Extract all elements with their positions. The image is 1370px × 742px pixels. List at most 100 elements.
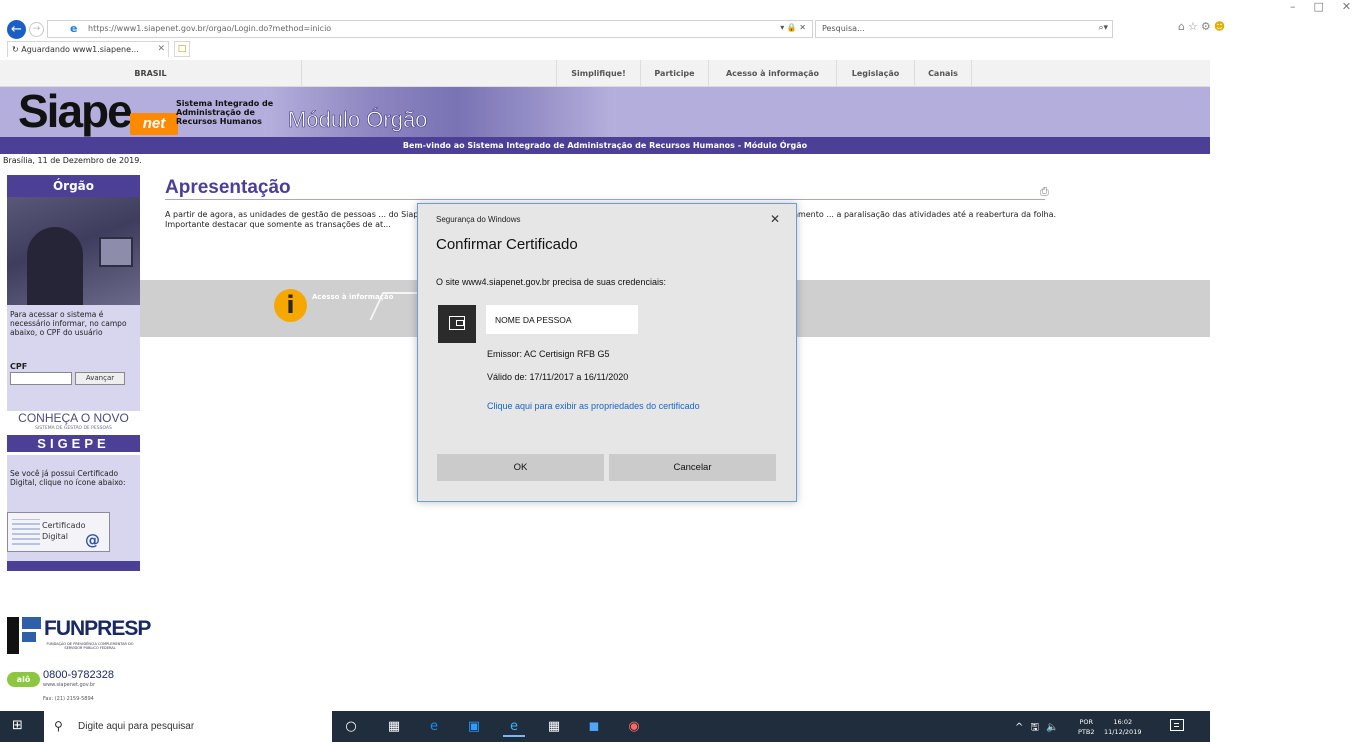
app-icon[interactable]: ◉ xyxy=(623,716,645,737)
language-bottom: PTB2 xyxy=(1078,728,1095,736)
clock[interactable]: 16:02 11/12/2019 xyxy=(1104,717,1141,737)
dialog-caption: Segurança do Windows xyxy=(436,215,521,224)
search-icon: ⚲ xyxy=(54,719,63,733)
funpresp-name[interactable]: FUNPRESP xyxy=(44,617,151,641)
sigepe-banner[interactable]: CONHEÇA O NOVO SISTEMA DE GESTÃO DE PESS… xyxy=(7,411,140,455)
funpresp-mark-bar xyxy=(7,617,19,654)
gov-link-legislacao[interactable]: Legislação xyxy=(836,60,914,87)
print-icon[interactable]: ⎙ xyxy=(1040,185,1049,199)
taskbar: ⊞ ⚲ Digite aqui para pesquisar ○ ▦ e ▣ e… xyxy=(0,711,1210,742)
notification-icon[interactable] xyxy=(1170,719,1184,731)
windows-start-icon[interactable]: ⊞ xyxy=(12,719,26,733)
internet-explorer-icon[interactable]: e xyxy=(503,716,525,737)
task-view-icon[interactable]: ▦ xyxy=(383,716,405,737)
alo-phone: 0800-9782328 xyxy=(43,669,114,681)
new-tab-button[interactable]: □ xyxy=(174,41,190,57)
certificate-icon xyxy=(438,305,476,343)
siape-logo: Siape xyxy=(18,85,133,137)
cortana-icon[interactable]: ○ xyxy=(340,716,362,737)
gov-link-simplifique[interactable]: Simplifique! xyxy=(556,60,640,87)
certificate-validity: Válido de: 17/11/2017 a 16/11/2020 xyxy=(487,372,629,382)
sidebar-footer-bar xyxy=(7,561,140,571)
funpresp-mark-bar xyxy=(22,632,36,642)
calculator-icon[interactable]: ▦ xyxy=(543,716,565,737)
window-controls: –□✕ xyxy=(1290,0,1369,13)
address-bar[interactable]: e https://www1.siapenet.gov.br/orgao/Log… xyxy=(47,20,813,38)
sigepe-name: SIGEPE xyxy=(7,435,140,452)
certificate-selection[interactable]: NOME DA PESSOA xyxy=(486,305,638,334)
ok-button[interactable]: OK xyxy=(437,454,604,481)
gov-link-canais[interactable]: Canais xyxy=(914,60,972,87)
close-window-icon[interactable]: ✕ xyxy=(1342,0,1369,13)
sidebar-title: Órgão xyxy=(7,175,140,197)
siape-logo-net: net xyxy=(130,113,178,135)
back-button[interactable]: ← xyxy=(7,20,26,39)
sigepe-subtitle: SISTEMA DE GESTÃO DE PESSOAS xyxy=(35,426,112,431)
app-icon[interactable]: ◼ xyxy=(583,716,605,737)
certificate-instruction: Se você já possui Certificado Digital, c… xyxy=(10,469,126,487)
clock-date: 11/12/2019 xyxy=(1104,728,1142,736)
cpf-input[interactable] xyxy=(10,372,72,385)
browser-search-placeholder[interactable]: Pesquisa... xyxy=(822,24,865,33)
certificate-issuer: Emissor: AC Certisign RFB G5 xyxy=(487,349,610,359)
module-title: Módulo Órgão xyxy=(288,107,428,133)
tab-title: ↻ Aguardando www1.siapene... xyxy=(12,45,139,54)
ie-page-icon: e xyxy=(70,22,78,35)
gov-link-acesso-informacao[interactable]: Acesso à informação xyxy=(708,60,836,87)
gov-link-participe[interactable]: Participe xyxy=(640,60,708,87)
certificate-name: NOME DA PESSOA xyxy=(495,315,572,325)
cancel-button[interactable]: Cancelar xyxy=(609,454,776,481)
gov-brasil-link[interactable]: BRASIL xyxy=(0,60,302,87)
tab-close-icon[interactable]: ✕ xyxy=(157,44,165,54)
store-icon[interactable]: ▣ xyxy=(463,716,485,737)
url-text[interactable]: https://www1.siapenet.gov.br/orgao/Login… xyxy=(88,24,331,33)
welcome-bar: Bem-vindo ao Sistema Integrado de Admini… xyxy=(0,137,1210,154)
taskbar-search-box[interactable]: ⚲ Digite aqui para pesquisar xyxy=(44,711,332,742)
browser-search-box[interactable]: Pesquisa... ⌕▾ xyxy=(815,20,1113,38)
forward-button[interactable]: → xyxy=(29,22,44,37)
dialog-message: O site www4.siapenet.gov.br precisa de s… xyxy=(436,277,666,287)
login-instruction: Para acessar o sistema é necessário info… xyxy=(10,310,127,337)
clock-time: 16:02 xyxy=(1113,718,1133,726)
info-icon[interactable]: i xyxy=(274,289,307,322)
certificate-glyph xyxy=(449,316,465,330)
settings-icon[interactable]: ⚙ xyxy=(1201,20,1214,33)
dialog-title: Confirmar Certificado xyxy=(436,236,578,253)
sigepe-title: CONHEÇA O NOVO xyxy=(18,411,129,425)
taskbar-search-placeholder[interactable]: Digite aqui para pesquisar xyxy=(78,721,194,732)
digital-certificate-button[interactable]: Certificado Digital @ xyxy=(7,512,110,552)
feedback-smiley-icon[interactable]: ☻ xyxy=(1214,20,1228,33)
windows-security-dialog: Segurança do Windows ✕ Confirmar Certifi… xyxy=(417,203,797,502)
cpf-label: CPF xyxy=(10,362,28,371)
home-icon[interactable]: ⌂ xyxy=(1178,20,1188,33)
tab-title-text: Aguardando www1.siapene... xyxy=(21,45,139,54)
address-controls[interactable]: ▾ 🔒 ✕ xyxy=(780,23,806,32)
funpresp-subtitle: FUNDAÇÃO DE PREVIDÊNCIA COMPLEMENTAR DO … xyxy=(46,642,134,650)
date-line: Brasília, 11 de Dezembro de 2019. xyxy=(3,156,142,165)
browser-chrome: ← → e https://www1.siapenet.gov.br/orgao… xyxy=(0,0,1351,58)
system-tray-icons[interactable]: ^ 🖫 🔈 xyxy=(1015,720,1061,737)
funpresp-logo-mark[interactable] xyxy=(7,617,41,654)
dialog-close-icon[interactable]: ✕ xyxy=(770,212,780,226)
at-sign-icon: @ xyxy=(85,531,100,549)
certificate-lines-icon xyxy=(12,519,40,545)
page-title: Apresentação xyxy=(165,177,291,198)
sidebar: Órgão Para acessar o sistema é necessári… xyxy=(7,175,140,571)
alo-fax: Fax: (21) 2159-5894 xyxy=(43,696,94,702)
advance-button[interactable]: Avançar xyxy=(75,372,125,385)
sidebar-photo xyxy=(7,197,140,305)
funpresp-mark-bar xyxy=(22,617,41,629)
language-indicator[interactable]: POR PTB2 xyxy=(1078,717,1095,737)
maximize-icon[interactable]: □ xyxy=(1314,0,1342,13)
gov-bar: BRASIL Simplifique! Participe Acesso à i… xyxy=(0,60,1210,87)
favorites-icon[interactable]: ☆ xyxy=(1188,20,1201,33)
edge-icon[interactable]: e xyxy=(423,716,445,737)
minimize-icon[interactable]: – xyxy=(1290,0,1314,13)
browser-tab[interactable]: ↻ Aguardando www1.siapene... ✕ xyxy=(7,41,169,57)
search-icon[interactable]: ⌕▾ xyxy=(1098,23,1108,33)
siape-header: Siape net Sistema Integrado de Administr… xyxy=(0,87,1210,137)
browser-toolbar-icons: ⌂☆⚙☻ xyxy=(1178,20,1228,33)
certificate-properties-link[interactable]: Clique aqui para exibir as propriedades … xyxy=(487,399,727,413)
title-divider xyxy=(165,199,1045,200)
photo-person xyxy=(27,227,83,305)
